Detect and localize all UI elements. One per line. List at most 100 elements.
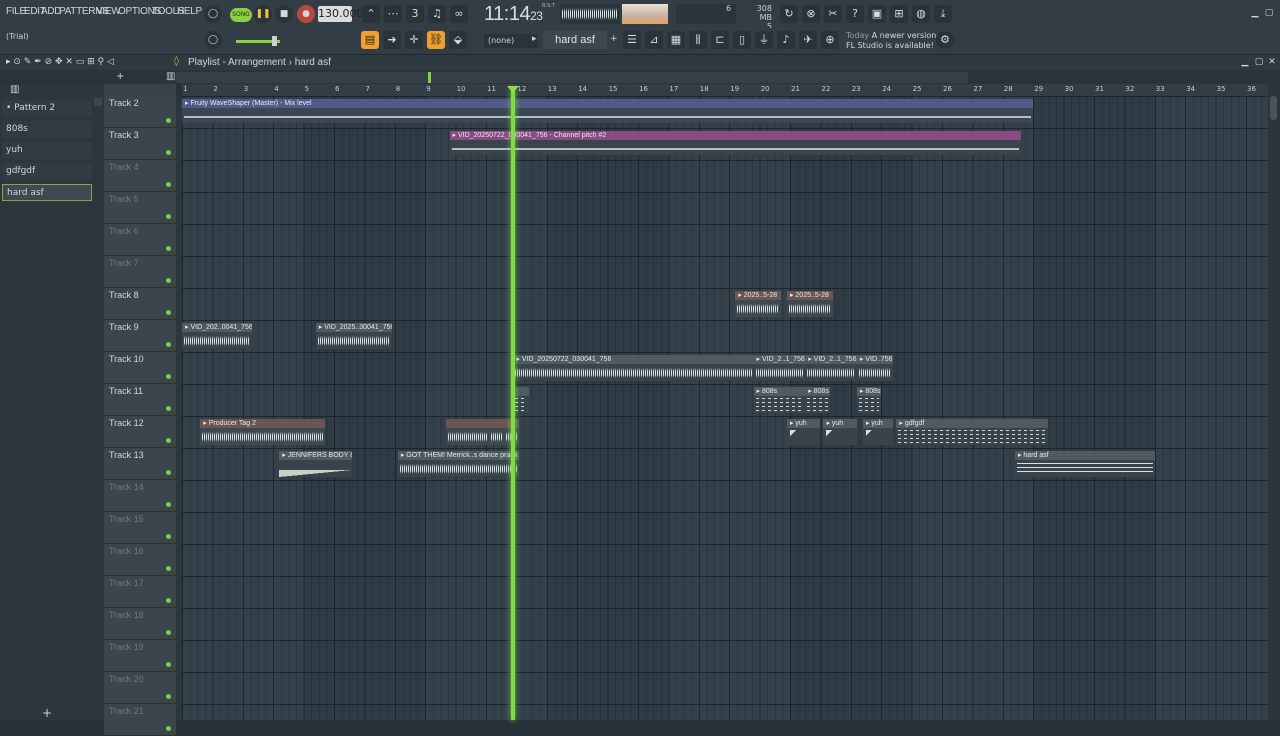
playhead[interactable] [511,88,516,720]
playlist-clip[interactable]: ▸ Producer Tag 2 [200,419,325,445]
file-icon[interactable]: ▯ [733,31,751,49]
track-mute-led[interactable] [166,502,171,507]
download-icon[interactable]: ⤓ [934,5,952,23]
playlist-clip[interactable]: ▸ yuh [823,419,857,445]
track-header[interactable]: Track 16 [104,544,176,576]
track-header[interactable]: Track 7 [104,256,176,288]
track-header[interactable]: Track 2 [104,96,176,128]
track-header[interactable]: Track 6 [104,224,176,256]
playlist-clip[interactable]: ▸ JENNIFERS BODY 808 [279,451,353,477]
piano-roll-icon[interactable]: ⊿ [645,31,663,49]
chat-icon[interactable]: ◍ [912,5,930,23]
add-pattern-bottom-icon[interactable]: + [42,706,52,720]
track-mute-led[interactable] [166,470,171,475]
vertical-scrollbar[interactable] [1268,84,1280,720]
track-header[interactable]: Track 5 [104,192,176,224]
playlist-clip[interactable]: ▸ 808s [856,387,882,413]
playlist-clip[interactable]: ▸ VID..756 [856,355,894,381]
track-header[interactable]: Track 9 [104,320,176,352]
maximize-icon[interactable]: ▢ [1264,8,1274,18]
playlist-menu-icon[interactable]: ▸ ⊙ ✎ ✒ ⊘ ✥ ✕ ▭ ⊞ ⚲ ◁ [6,57,114,67]
song-mode-toggle[interactable]: SONG [230,8,252,22]
menu-help[interactable]: HELP [177,6,202,17]
track-header[interactable]: Track 19 [104,640,176,672]
vertical-scroll-thumb[interactable] [1270,96,1277,120]
record-button[interactable]: ● [297,5,315,23]
playlist-clip[interactable]: ▸ VID_2025..30041_756 [315,323,392,349]
master-volume-handle[interactable] [272,36,277,46]
menu-view[interactable]: VIEW [96,6,121,17]
track-header[interactable]: Track 18 [104,608,176,640]
track-header[interactable]: Track 14 [104,480,176,512]
tempo-tapper-icon[interactable]: ♪ [777,31,795,49]
track-header[interactable]: Track 15 [104,512,176,544]
current-pattern-name[interactable]: hard asf [543,31,607,49]
playlist-clip[interactable]: ▸ GOT THEM! Merrick..s dance prank time! [397,451,520,477]
pause-button[interactable]: ❚❚ [254,5,272,23]
track-mute-led[interactable] [166,310,171,315]
channel-rack-icon[interactable]: ⊞ [890,5,908,23]
track-mute-led[interactable] [166,246,171,251]
track-mute-led[interactable] [166,694,171,699]
playlist-clip[interactable]: ▸ VID_20250722_030041_756 - Channel pitc… [449,131,1022,155]
playlist-close-icon[interactable]: ✕ [1267,57,1277,67]
picker-piano-icon[interactable]: ▥ [10,84,19,95]
wait-input-icon[interactable]: ⋯ [384,5,402,23]
track-header[interactable]: Track 8 [104,288,176,320]
mixer-small-icon[interactable]: ⫼ [689,31,707,49]
track-mute-led[interactable] [166,726,171,731]
playlist-maximize-icon[interactable]: ▢ [1254,57,1264,67]
save-icon[interactable]: ▣ [868,5,886,23]
minimize-icon[interactable]: ▁ [1250,8,1260,18]
cut-icon[interactable]: ✂ [824,5,842,23]
playlist-clip[interactable]: ▸ 2025..5-28 [786,291,833,317]
playlist-clip[interactable]: ▸ VID_2..1_756 [753,355,806,381]
track-mute-led[interactable] [166,278,171,283]
pitch-knob-icon[interactable]: ◯ [204,31,222,49]
snap-icon[interactable]: ✛ [405,31,423,49]
playlist-clip[interactable]: ▸ Fruity WaveShaper (Master) - Mix level [182,99,1034,123]
track-header[interactable]: Track 13 [104,448,176,480]
playhead-marker[interactable] [507,86,520,93]
track-mute-led[interactable] [166,534,171,539]
step-edit-icon[interactable]: ▤ [361,31,379,49]
blend-notes-icon[interactable]: ♫ [428,5,446,23]
pattern-item[interactable]: • Pattern 2 [2,100,92,117]
track-mute-led[interactable] [166,374,171,379]
playlist-clip[interactable]: ▸ hard asf [1014,451,1155,477]
playlist-overview-scroller[interactable] [176,72,968,83]
arrow-icon[interactable]: ➜ [383,31,401,49]
track-header[interactable]: Track 3 [104,128,176,160]
channel-rack-small-icon[interactable]: ▦ [667,31,685,49]
playlist-clip[interactable]: ▸ VID_202..0041_756 [182,323,252,349]
playlist-clip[interactable] [513,387,529,413]
stop-button[interactable]: ■ [275,5,293,23]
pattern-item[interactable]: hard asf [2,184,92,201]
track-header[interactable]: Track 12 [104,416,176,448]
piano-keys-icon[interactable]: ▥ [166,71,175,82]
track-mute-led[interactable] [166,630,171,635]
countdown-icon[interactable]: 3 [406,5,424,23]
tempo-display[interactable]: 130.000 [318,6,364,22]
pattern-item[interactable]: 808s [2,121,92,138]
snap-select[interactable]: (none) [484,34,538,48]
news-settings-icon[interactable]: ⚙ [936,31,954,49]
track-mute-led[interactable] [166,406,171,411]
playlist-clip[interactable]: ▸ 2025..5-28 [735,291,781,317]
track-header[interactable]: Track 17 [104,576,176,608]
track-mute-led[interactable] [166,566,171,571]
playlist-clip[interactable] [446,419,490,445]
playlist-clip[interactable] [489,419,505,445]
plugin-icon[interactable]: ⏚ [755,31,773,49]
track-mute-led[interactable] [166,598,171,603]
playlist-minimize-icon[interactable]: ▁ [1240,57,1250,67]
help-icon[interactable]: ? [846,5,864,23]
playlist-clip[interactable]: ▸ gdfgdf [896,419,1049,445]
track-mute-led[interactable] [166,150,171,155]
playlist-clip[interactable]: ▸ 808s [805,387,830,413]
playlist-icon[interactable]: ☰ [623,31,641,49]
news-panel[interactable]: Today A newer version of FL Studio is ava… [846,31,947,51]
track-header[interactable]: Track 20 [104,672,176,704]
add-track-icon[interactable]: + [116,71,124,82]
metronome-icon[interactable]: ⌃ [362,5,380,23]
